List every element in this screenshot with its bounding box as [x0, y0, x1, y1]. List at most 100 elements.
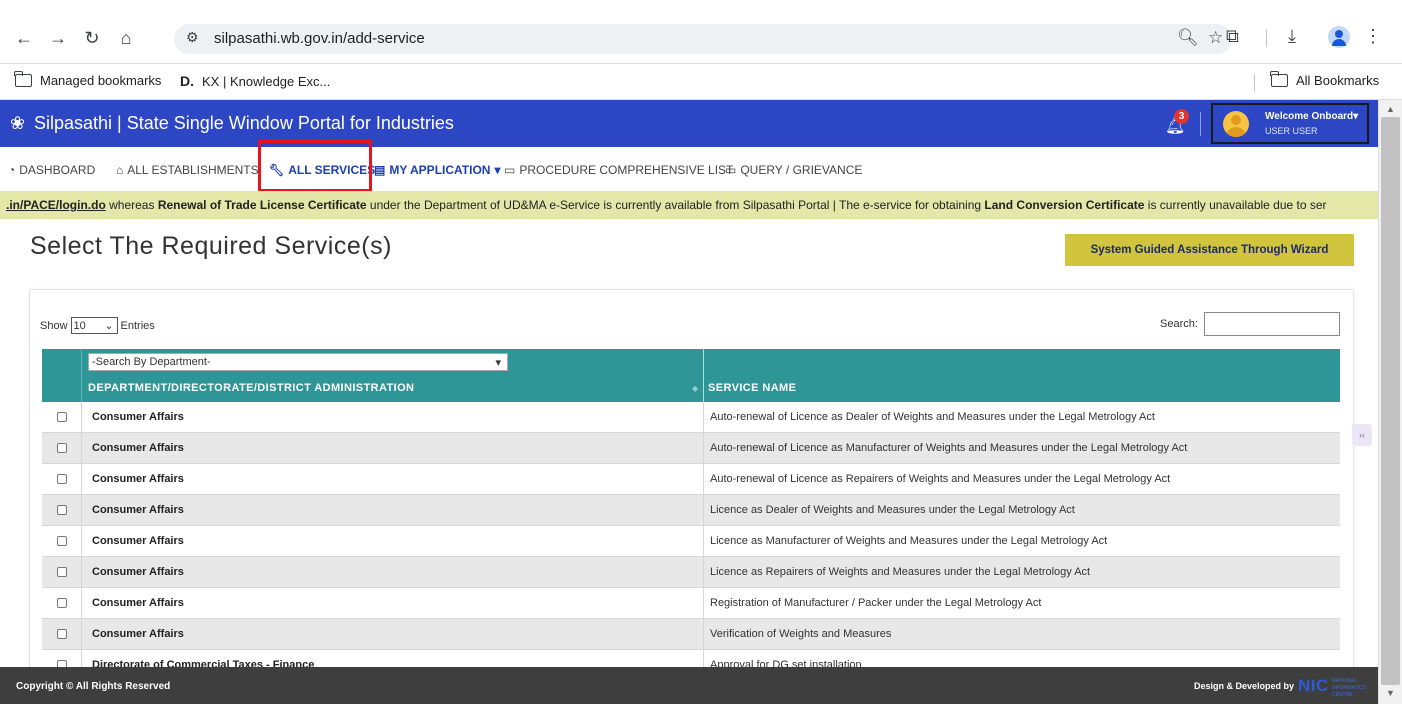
- nav-label: PROCEDURE COMPREHENSIVE LIST: [519, 163, 734, 177]
- forward-icon[interactable]: →: [44, 27, 72, 49]
- department-cell: Consumer Affairs: [92, 566, 184, 578]
- service-cell: Licence as Dealer of Weights and Measure…: [710, 504, 1075, 516]
- nav-label: ALL ESTABLISHMENTS: [127, 163, 259, 177]
- table-row[interactable]: Consumer Affairs Auto-renewal of Licence…: [42, 402, 1340, 433]
- nic-logo[interactable]: NIC: [1298, 676, 1329, 696]
- department-cell: Consumer Affairs: [92, 597, 184, 609]
- portal-title[interactable]: Silpasathi | State Single Window Portal …: [34, 113, 454, 134]
- chevron-down-icon: ▾: [494, 163, 501, 177]
- row-checkbox[interactable]: [57, 567, 67, 577]
- reload-icon[interactable]: ↻: [78, 27, 106, 49]
- cell-divider: [703, 402, 704, 433]
- ticker-link[interactable]: .in/PACE/login.do: [6, 198, 106, 212]
- column-header-department[interactable]: DEPARTMENT/DIRECTORATE/DISTRICT ADMINIST…: [88, 382, 414, 394]
- chevron-down-icon: ⌄: [104, 320, 114, 332]
- page-title: Select The Required Service(s): [30, 232, 392, 260]
- cell-divider: [81, 619, 82, 650]
- search-label: Search:: [1160, 318, 1198, 330]
- service-cell: Auto-renewal of Licence as Dealer of Wei…: [710, 411, 1155, 423]
- wizard-button[interactable]: System Guided Assistance Through Wizard: [1065, 234, 1354, 266]
- service-cell: Licence as Repairers of Weights and Meas…: [710, 566, 1091, 578]
- row-checkbox[interactable]: [57, 629, 67, 639]
- row-checkbox[interactable]: [57, 443, 67, 453]
- department-filter-select[interactable]: -Search By Department- ▾: [88, 353, 508, 371]
- cell-divider: [703, 588, 704, 619]
- bookmarks-divider: [1254, 74, 1255, 92]
- extensions-icon[interactable]: ⧉: [1226, 26, 1239, 47]
- all-bookmarks-button[interactable]: All Bookmarks: [1270, 71, 1379, 88]
- nic-logo-subtext: NATIONAL INFORMATICS CENTRE: [1332, 678, 1367, 698]
- cell-divider: [703, 619, 704, 650]
- designed-by-text: Design & Developed by: [1194, 681, 1295, 691]
- bookmark-kx[interactable]: D. KX | Knowledge Exc...: [180, 73, 330, 89]
- portal-logo-icon[interactable]: ❀: [10, 113, 25, 134]
- cell-divider: [81, 557, 82, 588]
- department-cell: Consumer Affairs: [92, 504, 184, 516]
- service-cell: Auto-renewal of Licence as Manufacturer …: [710, 442, 1188, 454]
- cell-divider: [81, 433, 82, 464]
- nav-query-grievance[interactable]: ▭ QUERY / GRIEVANCE: [725, 163, 862, 177]
- table-row[interactable]: Consumer Affairs Auto-renewal of Licence…: [42, 464, 1340, 495]
- address-bar[interactable]: ⚙ silpasathi.wb.gov.in/add-service 🔍︎ ☆: [174, 24, 1232, 54]
- browser-window: ← → ↻ ⌂ ⚙ silpasathi.wb.gov.in/add-servi…: [0, 0, 1402, 704]
- bookmark-managed[interactable]: Managed bookmarks: [14, 71, 162, 88]
- accessibility-widget-icon[interactable]: ›‹: [1352, 424, 1372, 446]
- url-text[interactable]: silpasathi.wb.gov.in/add-service: [214, 30, 425, 47]
- folder-icon: [1270, 71, 1288, 87]
- list-icon: ▭: [725, 163, 737, 177]
- cell-divider: [81, 588, 82, 619]
- nav-dashboard[interactable]: ◔ DASHBOARD: [8, 163, 95, 177]
- entries-select[interactable]: 10 ⌄: [70, 317, 118, 334]
- table-row[interactable]: Consumer Affairs Licence as Dealer of We…: [42, 495, 1340, 526]
- user-name: USER USER: [1265, 126, 1318, 136]
- column-header-service[interactable]: SERVICE NAME: [708, 382, 796, 394]
- scrollbar-thumb[interactable]: [1381, 117, 1400, 685]
- home-icon[interactable]: ⌂: [112, 27, 140, 49]
- row-checkbox[interactable]: [57, 536, 67, 546]
- browser-menu-icon[interactable]: ⋮: [1364, 26, 1382, 47]
- service-cell: Verification of Weights and Measures: [710, 628, 892, 640]
- bookmark-label: Managed bookmarks: [40, 73, 162, 88]
- nav-label: MY APPLICATION: [389, 163, 491, 177]
- zoom-icon[interactable]: 🔍︎: [1177, 28, 1199, 48]
- service-cell: Licence as Manufacturer of Weights and M…: [710, 535, 1108, 547]
- table-row[interactable]: Consumer Affairs Auto-renewal of Licence…: [42, 433, 1340, 464]
- scroll-up-icon[interactable]: ▲: [1386, 104, 1395, 114]
- page-scrollbar[interactable]: ▲ ▼: [1378, 100, 1402, 704]
- document-icon: ▤: [374, 163, 386, 177]
- table-row[interactable]: Consumer Affairs Licence as Manufacturer…: [42, 526, 1340, 557]
- news-ticker: .in/PACE/login.do whereas Renewal of Tra…: [0, 191, 1378, 219]
- scroll-down-icon[interactable]: ▼: [1386, 688, 1395, 698]
- bookmark-star-icon[interactable]: ☆: [1208, 28, 1223, 48]
- show-entries-control: Show 10 ⌄ Entries: [40, 317, 155, 334]
- row-checkbox[interactable]: [57, 474, 67, 484]
- search-input[interactable]: [1204, 312, 1340, 336]
- department-cell: Consumer Affairs: [92, 442, 184, 454]
- profile-icon[interactable]: [1328, 26, 1350, 48]
- back-icon[interactable]: ←: [10, 27, 38, 49]
- dashboard-icon: ◔: [8, 163, 16, 177]
- header-divider: [1200, 112, 1201, 136]
- sort-icon[interactable]: ◆: [692, 384, 698, 393]
- table-row[interactable]: Consumer Affairs Verification of Weights…: [42, 619, 1340, 650]
- row-checkbox[interactable]: [57, 598, 67, 608]
- header-divider: [703, 349, 704, 402]
- department-cell: Consumer Affairs: [92, 628, 184, 640]
- cell-divider: [81, 464, 82, 495]
- table-row[interactable]: Consumer Affairs Registration of Manufac…: [42, 588, 1340, 619]
- nav-all-establishments[interactable]: ⌂ ALL ESTABLISHMENTS: [116, 163, 259, 177]
- kx-favicon: D.: [180, 73, 194, 89]
- department-cell: Consumer Affairs: [92, 411, 184, 423]
- site-info-icon[interactable]: ⚙: [186, 29, 199, 46]
- row-checkbox[interactable]: [57, 412, 67, 422]
- table-row[interactable]: Consumer Affairs Licence as Repairers of…: [42, 557, 1340, 588]
- nav-my-application[interactable]: ▤ MY APPLICATION ▾: [374, 163, 501, 177]
- notification-badge[interactable]: 3: [1174, 109, 1189, 124]
- row-checkbox[interactable]: [57, 505, 67, 515]
- cell-divider: [703, 433, 704, 464]
- page-footer: Copyright © All Rights Reserved Design &…: [0, 667, 1378, 704]
- download-icon[interactable]: ⤓: [1288, 26, 1296, 47]
- nav-procedure-list[interactable]: ▭ PROCEDURE COMPREHENSIVE LIST: [504, 163, 733, 177]
- user-menu[interactable]: Welcome Onboard▾ USER USER: [1211, 103, 1369, 144]
- cell-divider: [81, 526, 82, 557]
